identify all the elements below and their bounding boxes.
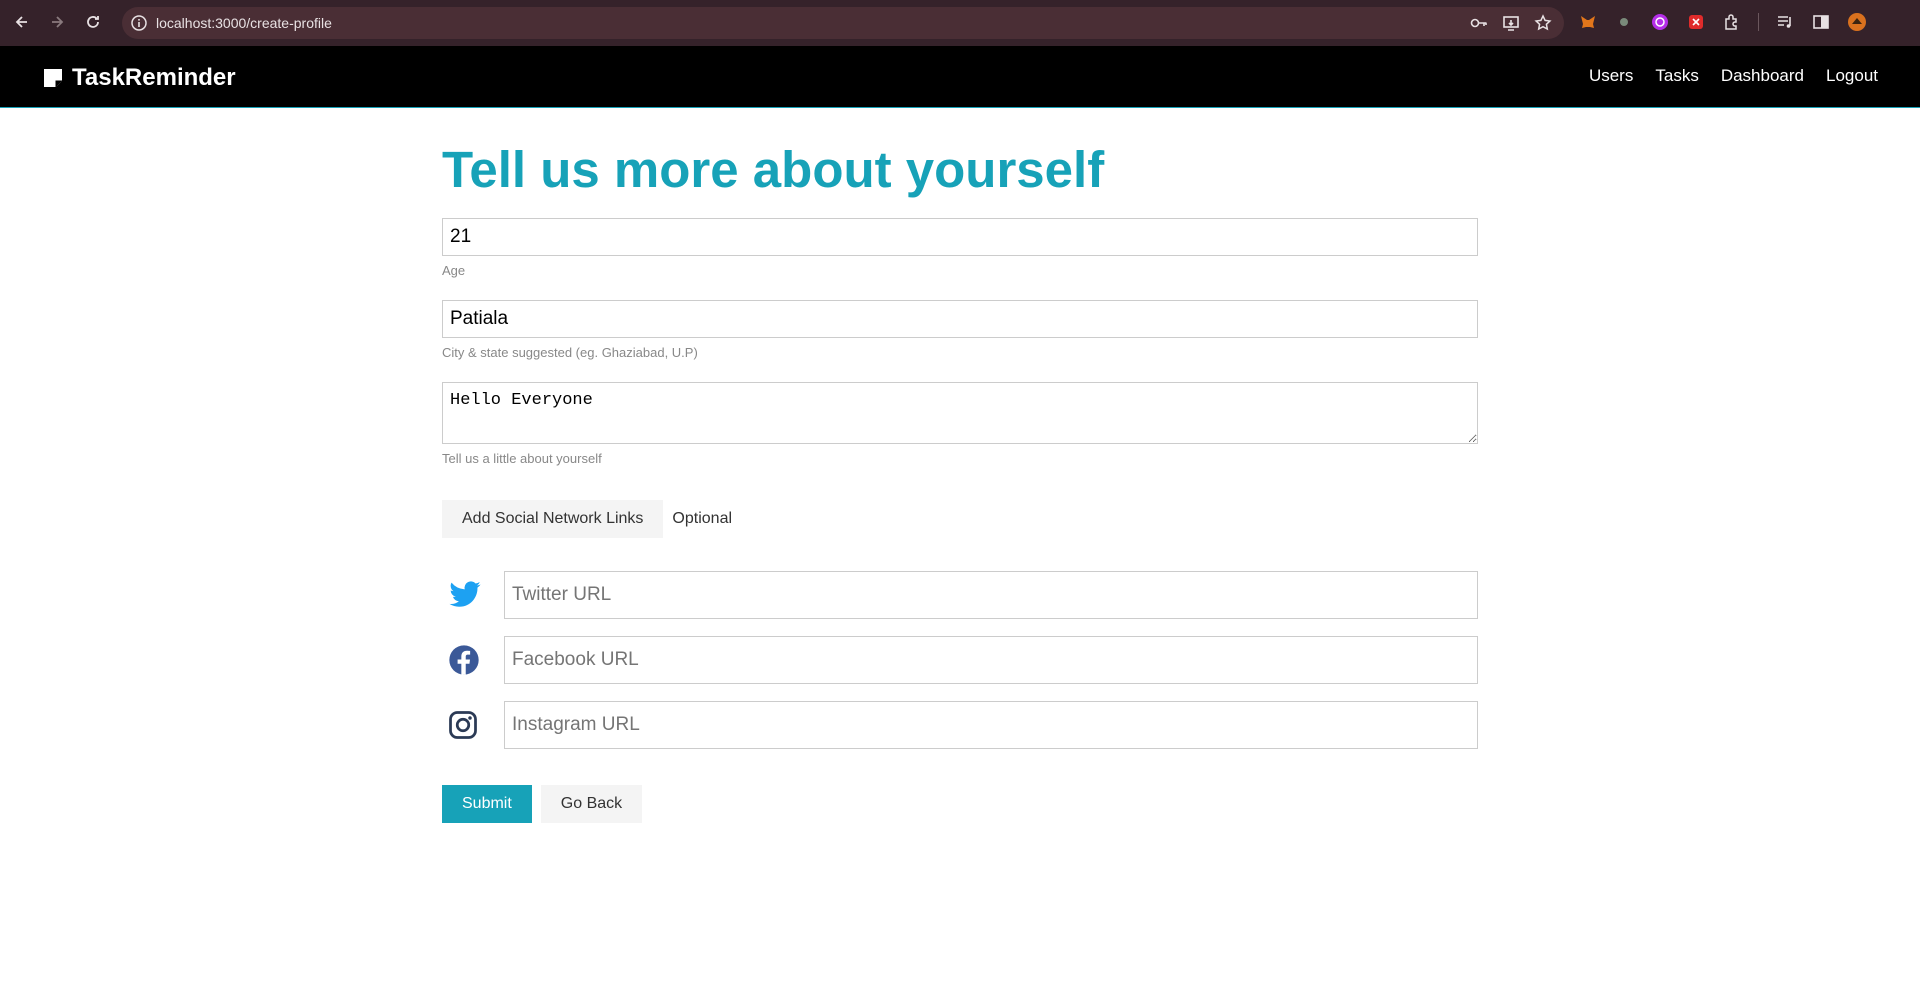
media-control-icon[interactable] <box>1775 12 1795 32</box>
nav-link-logout[interactable]: Logout <box>1826 66 1878 86</box>
create-profile-form: Tell us more about yourself Age City & s… <box>442 108 1478 823</box>
toolbar-divider <box>1758 13 1759 31</box>
optional-label: Optional <box>672 510 733 527</box>
bio-group: Hello Everyone Tell us a little about yo… <box>442 382 1478 466</box>
age-group: Age <box>442 218 1478 278</box>
extension-dot-icon[interactable] <box>1614 12 1634 32</box>
go-back-button[interactable]: Go Back <box>540 785 643 823</box>
nav-links: Users Tasks Dashboard Logout <box>1589 66 1878 86</box>
facebook-icon <box>442 636 504 684</box>
brand-link[interactable]: TaskReminder <box>42 64 236 92</box>
twitter-icon <box>442 571 504 619</box>
bio-textarea[interactable]: Hello Everyone <box>442 382 1478 444</box>
nav-link-dashboard[interactable]: Dashboard <box>1721 66 1804 86</box>
password-key-icon[interactable] <box>1470 14 1488 32</box>
install-app-icon[interactable] <box>1502 14 1520 32</box>
location-input[interactable] <box>442 300 1478 338</box>
purple-extension-icon[interactable] <box>1650 12 1670 32</box>
brand-name: TaskReminder <box>72 64 236 91</box>
facebook-row <box>442 636 1478 684</box>
browser-toolbar: localhost:3000/create-profile <box>0 0 1920 46</box>
address-url: localhost:3000/create-profile <box>156 15 332 31</box>
bookmark-star-icon[interactable] <box>1534 14 1552 32</box>
back-arrow-icon[interactable] <box>11 11 33 33</box>
side-panel-icon[interactable] <box>1811 12 1831 32</box>
age-hint: Age <box>442 263 466 278</box>
age-input[interactable] <box>442 218 1478 256</box>
reload-icon[interactable] <box>82 11 104 33</box>
red-extension-icon[interactable] <box>1686 12 1706 32</box>
twitter-row <box>442 571 1478 619</box>
profile-avatar-icon[interactable] <box>1847 12 1867 32</box>
forward-arrow-icon[interactable] <box>46 11 68 33</box>
facebook-url-input[interactable] <box>504 636 1478 684</box>
location-group: City & state suggested (eg. Ghaziabad, U… <box>442 300 1478 360</box>
instagram-url-input[interactable] <box>504 701 1478 749</box>
social-toggle-row: Add Social Network Links Optional <box>442 500 1478 538</box>
instagram-row <box>442 701 1478 749</box>
bio-hint: Tell us a little about yourself <box>442 451 602 466</box>
sticky-note-icon <box>42 67 64 89</box>
app-navbar: TaskReminder Users Tasks Dashboard Logou… <box>0 46 1920 108</box>
twitter-url-input[interactable] <box>504 571 1478 619</box>
extensions-puzzle-icon[interactable] <box>1722 12 1742 32</box>
submit-button[interactable]: Submit <box>442 785 532 823</box>
address-bar[interactable]: localhost:3000/create-profile <box>122 7 1564 39</box>
page-title: Tell us more about yourself <box>442 141 1105 198</box>
location-hint: City & state suggested (eg. Ghaziabad, U… <box>442 345 698 360</box>
nav-link-users[interactable]: Users <box>1589 66 1633 86</box>
site-info-icon[interactable] <box>130 14 148 32</box>
form-actions: Submit Go Back <box>442 785 1478 823</box>
add-social-links-button[interactable]: Add Social Network Links <box>442 500 664 538</box>
nav-link-tasks[interactable]: Tasks <box>1655 66 1698 86</box>
metamask-extension-icon[interactable] <box>1578 12 1598 32</box>
instagram-icon <box>442 701 504 749</box>
